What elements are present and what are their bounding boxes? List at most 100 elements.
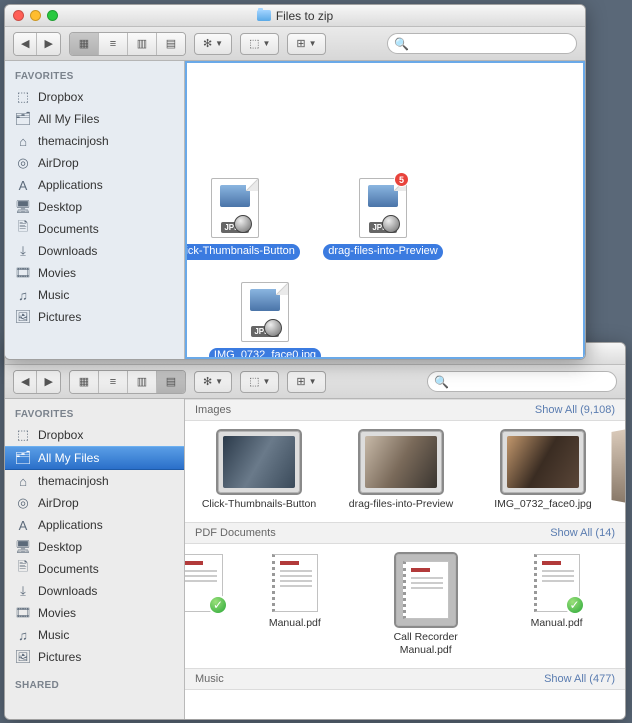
quicklook-icon [382, 215, 400, 233]
sidebar-item-pictures[interactable]: 🖼Pictures [5, 306, 184, 328]
arrange-menu[interactable]: ⊞ ▼ [287, 33, 325, 55]
count-badge: 5 [394, 172, 409, 187]
search-icon: 🔍 [434, 375, 449, 389]
sidebar-item-allmyfiles[interactable]: 🗂All My Files [5, 446, 184, 470]
section-title: Music [195, 673, 224, 685]
icon-view[interactable]: ▦ [70, 33, 99, 55]
column-view[interactable]: ▥ [128, 371, 157, 393]
movies-icon: 🎞 [15, 265, 31, 281]
section-images-row: Click-Thumbnails-Button drag-files-into-… [185, 421, 625, 522]
sidebar-item-documents[interactable]: 🖹Documents [5, 558, 184, 580]
sidebar-heading-shared: SHARED [5, 676, 184, 695]
minimize-button[interactable] [30, 10, 41, 21]
toolbar: ◀ ▶ ▦ ≡ ▥ ▤ ✻ ▼ ⬚ ▼ ⊞ ▼ 🔍 [5, 27, 585, 61]
pictures-icon: 🖼 [15, 309, 31, 325]
action-menu[interactable]: ✻ ▼ [194, 371, 232, 393]
sidebar: FAVORITES ⬚Dropbox 🗂All My Files ⌂themac… [5, 61, 185, 359]
column-view[interactable]: ▥ [128, 33, 157, 55]
file-item[interactable]: drag-files-into-Preview [337, 431, 465, 512]
file-item[interactable]: Call Recorder Manual.pdf [367, 554, 484, 658]
sidebar-item-desktop[interactable]: 🖥Desktop [5, 196, 184, 218]
sidebar-heading-favorites: FAVORITES [5, 405, 184, 424]
dropbox-menu[interactable]: ⬚ ▼ [240, 33, 279, 55]
file-item[interactable]: JPEG IMG_0732_face0.jpg [197, 280, 333, 359]
content-area[interactable]: Images Show All (9,108) Click-Thumbnails… [185, 399, 625, 719]
movies-icon: 🎞 [15, 605, 31, 621]
file-icon: JPEG [233, 280, 297, 344]
back-button[interactable]: ◀ [14, 33, 37, 55]
sidebar-item-dropbox[interactable]: ⬚Dropbox [5, 424, 184, 446]
finder-window-filestozip[interactable]: Files to zip ◀ ▶ ▦ ≡ ▥ ▤ ✻ ▼ ⬚ ▼ ⊞ ▼ 🔍 F… [4, 4, 586, 360]
sidebar-item-music[interactable]: ♫Music [5, 624, 184, 646]
sidebar-item-dropbox[interactable]: ⬚Dropbox [5, 86, 184, 108]
search-field[interactable]: 🔍 [427, 371, 617, 392]
list-view[interactable]: ≡ [99, 33, 128, 55]
sidebar-item-documents[interactable]: 🖹Documents [5, 218, 184, 240]
sidebar-item-airdrop[interactable]: ◎AirDrop [5, 152, 184, 174]
sidebar-item-applications[interactable]: AApplications [5, 514, 184, 536]
action-menu[interactable]: ✻ ▼ [194, 33, 232, 55]
sidebar-item-downloads[interactable]: ⤓Downloads [5, 580, 184, 602]
section-images-head: Images Show All (9,108) [185, 399, 625, 421]
content-area[interactable]: JPEG Click-Thumbnails-Button JPEG5 drag-… [185, 61, 585, 359]
sidebar-item-movies[interactable]: 🎞Movies [5, 262, 184, 284]
sidebar-item-applications[interactable]: AApplications [5, 174, 184, 196]
file-item[interactable]: ✓Manual.pdf [498, 554, 615, 631]
show-all-link[interactable]: Show All (14) [550, 527, 615, 539]
sidebar-item-desktop[interactable]: 🖥Desktop [5, 536, 184, 558]
coverflow-view[interactable]: ▤ [157, 33, 185, 55]
zoom-button[interactable] [47, 10, 58, 21]
desktop-icon: 🖥 [15, 539, 31, 555]
file-item[interactable]: JPEG5 drag-files-into-Preview [315, 176, 451, 260]
dropbox-icon: ⬚ [15, 89, 31, 105]
music-icon: ♫ [15, 627, 31, 643]
airdrop-icon: ◎ [15, 495, 31, 511]
sidebar-item-music[interactable]: ♫Music [5, 284, 184, 306]
sidebar-item-downloads[interactable]: ⤓Downloads [5, 240, 184, 262]
downloads-icon: ⤓ [15, 583, 31, 599]
show-all-link[interactable]: Show All (9,108) [535, 404, 615, 416]
back-button[interactable]: ◀ [14, 371, 37, 393]
file-item[interactable]: Click-Thumbnails-Button [195, 431, 323, 512]
sidebar-item-allmyfiles[interactable]: 🗂All My Files [5, 108, 184, 130]
folder-icon [257, 10, 271, 21]
view-switcher: ▦ ≡ ▥ ▤ [69, 370, 186, 394]
file-item[interactable]: JPEG Click-Thumbnails-Button [185, 176, 303, 260]
coverflow-view[interactable]: ▤ [157, 371, 185, 393]
search-icon: 🔍 [394, 37, 409, 51]
section-title: PDF Documents [195, 527, 276, 539]
sidebar-item-home[interactable]: ⌂themacinjosh [5, 130, 184, 152]
search-field[interactable]: 🔍 [387, 33, 577, 54]
file-label: IMG_0732_face0.jpg [209, 348, 321, 359]
file-item[interactable]: IMG_0732_face0.jpg [479, 431, 607, 512]
file-item[interactable]: Manual.pdf [236, 554, 353, 631]
section-pdf-row: ✓ Manual.pdf Call Recorder Manual.pdf ✓M… [185, 544, 625, 668]
sidebar-item-airdrop[interactable]: ◎AirDrop [5, 492, 184, 514]
forward-button[interactable]: ▶ [37, 33, 59, 55]
section-title: Images [195, 404, 231, 416]
sidebar-heading-favorites: FAVORITES [5, 67, 184, 86]
titlebar[interactable]: Files to zip [5, 5, 585, 27]
nav-back-forward: ◀ ▶ [13, 32, 61, 56]
toolbar: ◀ ▶ ▦ ≡ ▥ ▤ ✻ ▼ ⬚ ▼ ⊞ ▼ 🔍 [5, 365, 625, 399]
close-button[interactable] [13, 10, 24, 21]
airdrop-icon: ◎ [15, 155, 31, 171]
sidebar-item-home[interactable]: ⌂themacinjosh [5, 470, 184, 492]
check-icon: ✓ [565, 595, 585, 615]
icon-view[interactable]: ▦ [70, 371, 99, 393]
sidebar-item-movies[interactable]: 🎞Movies [5, 602, 184, 624]
file-label: Click-Thumbnails-Button [185, 244, 300, 260]
show-all-link[interactable]: Show All (477) [544, 673, 615, 685]
finder-window-allmyfiles[interactable]: All M ◀ ▶ ▦ ≡ ▥ ▤ ✻ ▼ ⬚ ▼ ⊞ ▼ 🔍 FAVORITE… [4, 342, 626, 720]
docs-icon: 🖹 [15, 561, 31, 577]
dropbox-menu[interactable]: ⬚ ▼ [240, 371, 279, 393]
view-switcher: ▦ ≡ ▥ ▤ [69, 32, 186, 56]
traffic-lights [13, 10, 58, 21]
list-view[interactable]: ≡ [99, 371, 128, 393]
forward-button[interactable]: ▶ [37, 371, 59, 393]
arrange-menu[interactable]: ⊞ ▼ [287, 371, 325, 393]
pictures-icon: 🖼 [15, 649, 31, 665]
sidebar-item-pictures[interactable]: 🖼Pictures [5, 646, 184, 668]
quicklook-icon [264, 319, 282, 337]
docs-icon: 🖹 [15, 221, 31, 237]
